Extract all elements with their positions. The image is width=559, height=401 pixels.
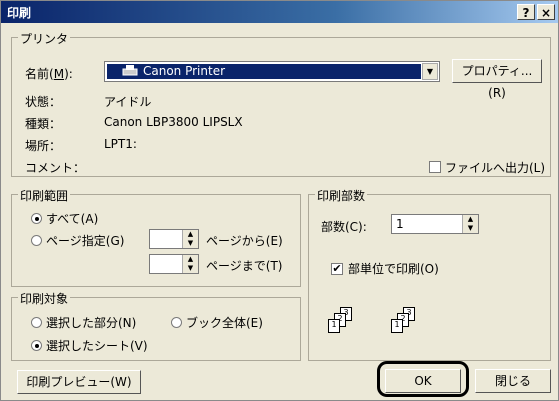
copies-count-spinner[interactable]: 1 ▲ ▼	[391, 214, 479, 234]
print-dialog: 印刷 ? × プリンタ 名前(M): Canon Printer ▼ プロパティ…	[0, 0, 559, 401]
target-selected-sheets-label: 選択したシート(V)	[46, 339, 148, 353]
range-pages-radio[interactable]	[31, 235, 42, 246]
range-all-label: すべて(A)	[46, 212, 99, 226]
title-bar: 印刷 ? ×	[1, 1, 558, 23]
ok-highlight-ring	[377, 361, 469, 397]
type-value: Canon LBP3800 LIPSLX	[104, 115, 243, 129]
copies-count-value: 1	[396, 217, 404, 231]
target-whole-book-label: ブック全体(E)	[186, 316, 263, 330]
collate-icon: 3 2 1	[326, 307, 360, 335]
target-whole-book-radio[interactable]	[171, 317, 182, 328]
comment-label: コメント：	[25, 161, 86, 175]
location-value: LPT1:	[104, 137, 137, 151]
from-page-label: ページから(E)	[206, 234, 283, 248]
range-pages-label: ページ指定(G)	[46, 234, 125, 248]
printer-name-label: 名前(M):	[25, 67, 73, 81]
print-preview-button[interactable]: 印刷プレビュー(W)	[17, 370, 141, 394]
printer-icon	[121, 64, 139, 78]
printer-group: プリンタ	[11, 30, 551, 177]
status-value: アイドル	[104, 95, 152, 109]
close-button[interactable]: 閉じる	[475, 369, 551, 393]
range-all-radio[interactable]	[31, 213, 42, 224]
status-label: 状態：	[25, 95, 62, 109]
dropdown-arrow-icon[interactable]: ▼	[422, 63, 438, 80]
location-label: 場所：	[25, 139, 62, 153]
target-selection-label: 選択した部分(N)	[46, 316, 137, 330]
close-window-button[interactable]: ×	[537, 4, 555, 20]
printer-group-title: プリンタ	[18, 30, 71, 47]
target-selection-radio[interactable]	[31, 317, 42, 328]
print-range-group-title: 印刷範囲	[18, 187, 71, 204]
to-page-spinner[interactable]: ▲ ▼	[149, 254, 199, 274]
from-page-spinner[interactable]: ▲ ▼	[149, 229, 199, 249]
printer-name-value: Canon Printer	[143, 64, 226, 78]
collate-icon: 3 2 1	[389, 307, 423, 335]
type-label: 種類：	[25, 117, 62, 131]
properties-button[interactable]: プロパティ...(R)	[452, 59, 542, 100]
target-selected-sheets-radio[interactable]	[31, 340, 42, 351]
print-target-group-title: 印刷対象	[18, 290, 71, 307]
collate-label: 部単位で印刷(O)	[348, 262, 439, 276]
help-button[interactable]: ?	[517, 4, 535, 20]
collate-checkbox[interactable]: ✔	[331, 263, 343, 275]
window-title: 印刷	[7, 6, 32, 20]
printer-name-select[interactable]: Canon Printer ▼	[104, 61, 440, 82]
copies-count-label: 部数(C):	[321, 220, 367, 234]
print-to-file-label: ファイルへ出力(L)	[445, 161, 546, 175]
copies-group-title: 印刷部数	[315, 187, 368, 204]
print-to-file-checkbox[interactable]	[429, 161, 441, 173]
to-page-label: ページまで(T)	[206, 259, 283, 273]
